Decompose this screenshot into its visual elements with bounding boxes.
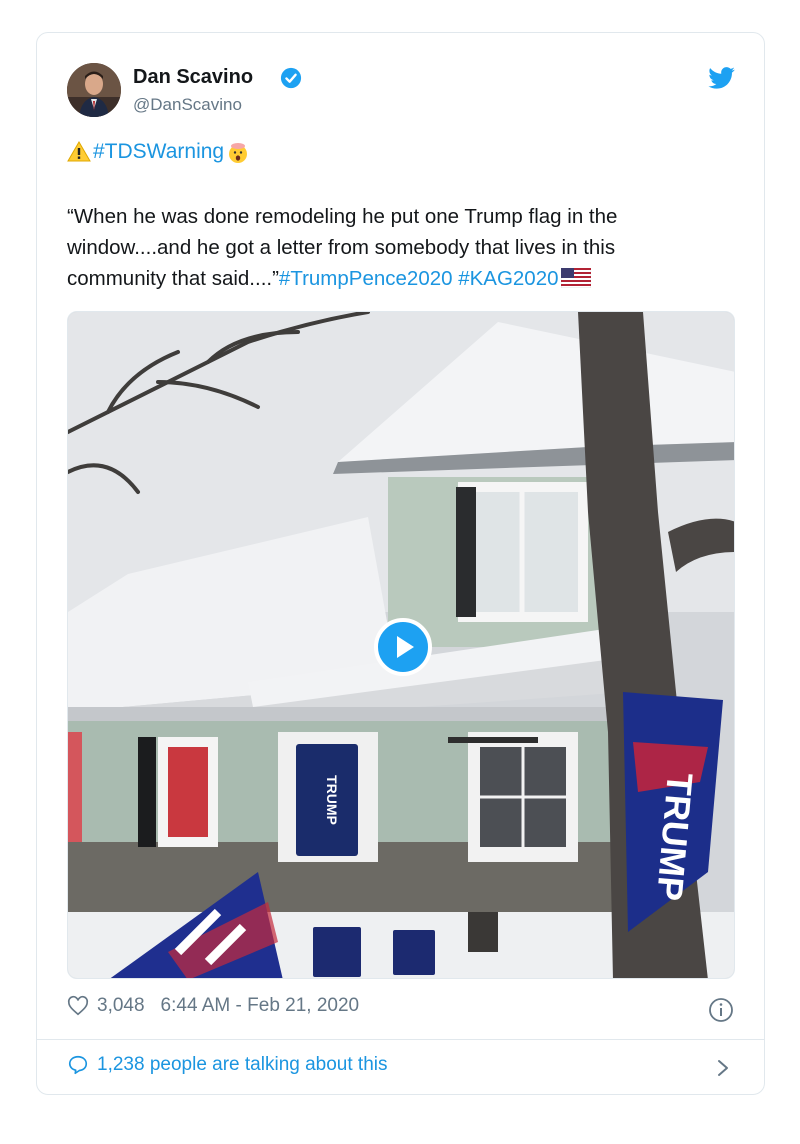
talking-text[interactable]: 1,238 people are talking about this [97,1054,388,1076]
author-name[interactable]: Dan Scavino [133,66,253,89]
heart-icon[interactable] [67,995,89,1017]
divider [37,1039,764,1040]
avatar[interactable] [67,63,121,117]
tweet-text: “When he was done remodeling he put one … [67,201,727,294]
tweet-text-line: community that said....” [67,267,279,290]
tweet-meta: 3,048 6:44 AM - Feb 21, 2020 [67,995,359,1017]
tweet-text-line-3: community that said....”#TrumpPence2020 … [67,263,727,294]
like-count[interactable]: 3,048 [97,995,145,1017]
twitter-bird-icon[interactable] [708,67,735,89]
info-icon[interactable] [708,997,734,1023]
speech-bubble-icon [68,1055,88,1075]
door-sign-text: TRUMP [324,775,340,825]
chevron-right-icon[interactable] [715,1057,731,1079]
mind-blown-emoji-icon [229,143,248,163]
video-player[interactable]: TRUMP TRUMP [67,311,735,979]
tweet-text-line: window....and he got a letter from someb… [67,236,616,259]
play-icon[interactable] [374,618,432,676]
author-handle[interactable]: @DanScavino [133,95,242,115]
tweet-card[interactable]: Dan Scavino @DanScavino #TDSWarning “Whe… [36,32,765,1095]
warning-icon [67,141,91,162]
us-flag-icon [560,268,591,288]
timestamp[interactable]: 6:44 AM - Feb 21, 2020 [161,995,360,1017]
verified-badge-icon [280,67,302,89]
tweet-text-line: “When he was done remodeling he put one … [67,205,618,228]
hashtag-line: #TDSWarning [67,137,250,167]
tdswarning-hashtag[interactable]: #TDSWarning [93,137,224,167]
trailing-hashtags[interactable]: #TrumpPence2020 #KAG2020 [279,267,559,290]
talking-link[interactable]: 1,238 people are talking about this [67,1054,388,1076]
